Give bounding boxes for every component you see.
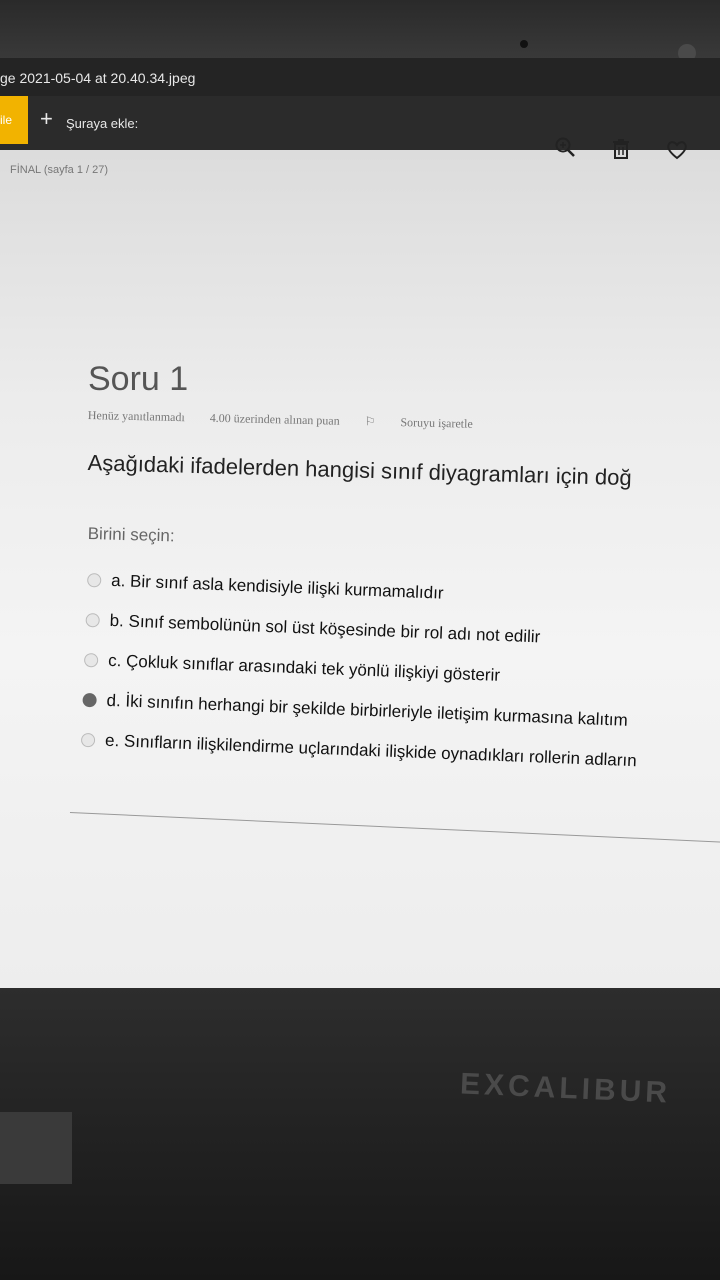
laptop-hinge (0, 1112, 72, 1184)
choose-prompt: Birini seçin: (87, 524, 175, 546)
trash-icon[interactable] (608, 138, 634, 164)
plus-icon[interactable]: + (40, 108, 53, 130)
window-title: ge 2021-05-04 at 20.40.34.jpeg (0, 70, 196, 86)
radio-button[interactable] (83, 652, 99, 668)
webcam (520, 40, 528, 48)
brand-logo: EXCALIBUR (459, 1067, 672, 1110)
radio-button[interactable] (86, 572, 102, 588)
flag-question[interactable]: ⚐ Soruyu işaretle (365, 414, 495, 431)
question-title: Soru 1 (88, 360, 189, 398)
breadcrumb: FİNAL (sayfa 1 / 27) (10, 164, 109, 176)
document-view: FİNAL (sayfa 1 / 27) Soru 1 Henüz yanıtl… (0, 137, 720, 988)
screen: ge 2021-05-04 at 20.40.34.jpeg ile + Şur… (0, 58, 720, 1046)
option-label: b. Sınıf sembolünün sol üst köşesinde bi… (109, 610, 541, 647)
heart-icon[interactable] (664, 140, 690, 166)
points-info: 4.00 üzerinden alınan puan (209, 410, 340, 428)
laptop-bezel-top (0, 0, 720, 62)
radio-button[interactable] (80, 732, 96, 748)
question-text: Aşağıdaki ifadelerden hangisi sınıf diya… (87, 450, 632, 491)
app-tab[interactable]: ile (0, 96, 28, 144)
laptop-body: EXCALIBUR (0, 988, 720, 1280)
flag-icon: ⚐ (364, 414, 379, 429)
radio-button-selected[interactable] (82, 692, 97, 708)
answer-options: a. Bir sınıf asla kendisiyle ilişki kurm… (80, 560, 643, 781)
option-label: c. Çokluk sınıflar arasındaki tek yönlü … (107, 650, 501, 685)
zoom-in-icon[interactable] (552, 136, 578, 162)
radio-button[interactable] (85, 612, 100, 628)
title-bar: ge 2021-05-04 at 20.40.34.jpeg (0, 58, 720, 96)
flag-label: Soruyu işaretle (400, 415, 473, 431)
option-label: a. Bir sınıf asla kendisiyle ilişki kurm… (110, 570, 444, 603)
add-to-label[interactable]: Şuraya ekle: (66, 116, 138, 131)
divider (69, 812, 720, 844)
question-meta: Henüz yanıtlanmadı 4.00 üzerinden alınan… (88, 408, 517, 433)
answer-status: Henüz yanıtlanmadı (87, 408, 185, 425)
